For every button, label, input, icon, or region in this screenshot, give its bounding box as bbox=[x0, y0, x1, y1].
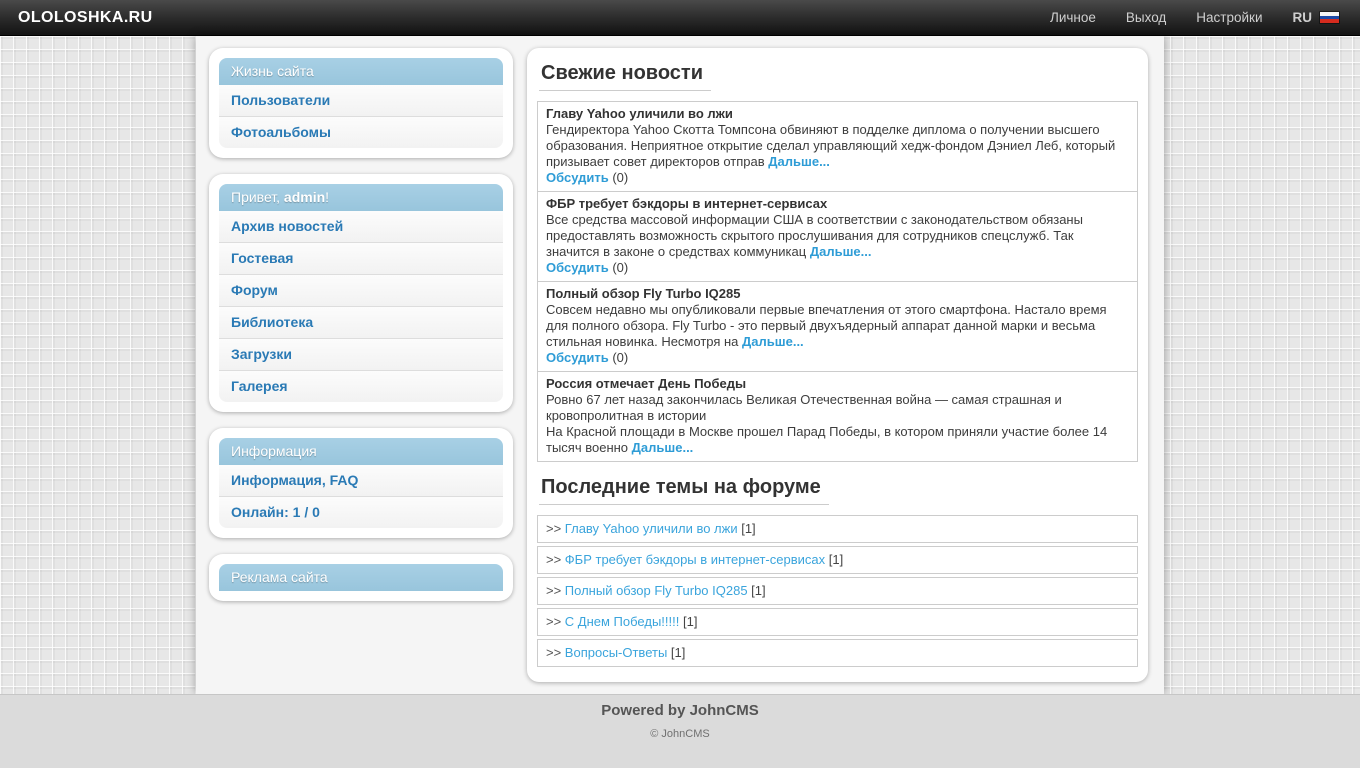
discuss-link[interactable]: Обсудить bbox=[546, 170, 609, 185]
forum-topic-link[interactable]: ФБР требует бэкдоры в интернет-сервисах bbox=[565, 552, 825, 567]
news-item: Россия отмечает День ПобедыРовно 67 лет … bbox=[538, 372, 1137, 461]
topic-reply-count: [1] bbox=[748, 583, 766, 598]
sidebar-item[interactable]: Фотоальбомы bbox=[219, 117, 503, 148]
topbar-link[interactable]: Личное bbox=[1050, 10, 1096, 25]
sidebar-item[interactable]: Пользователи bbox=[219, 85, 503, 117]
topic-prefix: >> bbox=[546, 645, 565, 660]
more-link[interactable]: Дальше... bbox=[632, 440, 694, 455]
sidebar-item[interactable]: Информация, FAQ bbox=[219, 465, 503, 497]
sidebar-block: ИнформацияИнформация, FAQОнлайн: 1 / 0 bbox=[209, 428, 513, 538]
sidebar-block: Жизнь сайтаПользователиФотоальбомы bbox=[209, 48, 513, 158]
news-body: На Красной площади в Москве прошел Парад… bbox=[546, 424, 1129, 456]
sidebar-block-title: Реклама сайта bbox=[219, 564, 503, 591]
sidebar-item[interactable]: Архив новостей bbox=[219, 211, 503, 243]
forum-section-title: Последние темы на форуме bbox=[539, 476, 829, 505]
news-title: Полный обзор Fly Turbo IQ285 bbox=[546, 286, 1129, 302]
news-discuss: Обсудить (0) bbox=[546, 260, 1129, 276]
news-item: ФБР требует бэкдоры в интернет-сервисахВ… bbox=[538, 192, 1137, 282]
topbar-link[interactable]: Выход bbox=[1126, 10, 1166, 25]
forum-topic-link[interactable]: Главу Yahoo уличили во лжи bbox=[565, 521, 738, 536]
sidebar-block: Привет, admin!Архив новостейГостеваяФору… bbox=[209, 174, 513, 412]
discuss-link[interactable]: Обсудить bbox=[546, 260, 609, 275]
topbar-nav: Личное Выход Настройки bbox=[1050, 10, 1263, 25]
news-body: Совсем недавно мы опубликовали первые вп… bbox=[546, 302, 1129, 350]
forum-topic-row: >> Вопросы-Ответы [1] bbox=[537, 639, 1138, 667]
forum-topic-row: >> Главу Yahoo уличили во лжи [1] bbox=[537, 515, 1138, 543]
sidebar-block: Реклама сайта bbox=[209, 554, 513, 601]
language-switcher[interactable]: RU bbox=[1293, 10, 1341, 25]
topic-reply-count: [1] bbox=[825, 552, 843, 567]
news-title: ФБР требует бэкдоры в интернет-сервисах bbox=[546, 196, 1129, 212]
topic-prefix: >> bbox=[546, 614, 565, 629]
forum-topic-link[interactable]: Полный обзор Fly Turbo IQ285 bbox=[565, 583, 748, 598]
news-item: Главу Yahoo уличили во лжиГендиректора Y… bbox=[538, 102, 1137, 192]
topic-reply-count: [1] bbox=[667, 645, 685, 660]
language-label: RU bbox=[1293, 10, 1313, 25]
topic-prefix: >> bbox=[546, 552, 565, 567]
russia-flag-icon bbox=[1319, 11, 1340, 24]
forum-topic-link[interactable]: С Днем Победы!!!!! bbox=[565, 614, 680, 629]
sidebar-block-title: Привет, admin! bbox=[219, 184, 503, 211]
forum-topic-list: >> Главу Yahoo уличили во лжи [1]>> ФБР … bbox=[537, 515, 1138, 667]
more-link[interactable]: Дальше... bbox=[810, 244, 872, 259]
sidebar-item[interactable]: Библиотека bbox=[219, 307, 503, 339]
sidebar-item[interactable]: Онлайн: 1 / 0 bbox=[219, 497, 503, 528]
topbar: OLOLOSHKA.RU Личное Выход Настройки RU bbox=[0, 0, 1360, 36]
more-link[interactable]: Дальше... bbox=[742, 334, 804, 349]
topbar-link[interactable]: Настройки bbox=[1196, 10, 1262, 25]
news-discuss: Обсудить (0) bbox=[546, 170, 1129, 186]
topic-reply-count: [1] bbox=[738, 521, 756, 536]
main-content: Свежие новости Главу Yahoo уличили во лж… bbox=[527, 48, 1148, 682]
powered-by: Powered by JohnCMS bbox=[0, 702, 1360, 719]
sidebar-item[interactable]: Галерея bbox=[219, 371, 503, 402]
site-brand[interactable]: OLOLOSHKA.RU bbox=[18, 9, 153, 27]
news-body: Все средства массовой информации США в с… bbox=[546, 212, 1129, 260]
sidebar-item[interactable]: Форум bbox=[219, 275, 503, 307]
sidebar-item[interactable]: Загрузки bbox=[219, 339, 503, 371]
more-link[interactable]: Дальше... bbox=[768, 154, 830, 169]
news-item: Полный обзор Fly Turbo IQ285Совсем недав… bbox=[538, 282, 1137, 372]
news-section-title: Свежие новости bbox=[539, 62, 711, 91]
news-body: Гендиректора Yahoo Скотта Томпсона обвин… bbox=[546, 122, 1129, 170]
topic-prefix: >> bbox=[546, 521, 565, 536]
topic-reply-count: [1] bbox=[679, 614, 697, 629]
forum-topic-row: >> Полный обзор Fly Turbo IQ285 [1] bbox=[537, 577, 1138, 605]
footer: Powered by JohnCMS © JohnCMS bbox=[0, 694, 1360, 768]
copyright: © JohnCMS bbox=[0, 728, 1360, 740]
forum-topic-row: >> ФБР требует бэкдоры в интернет-сервис… bbox=[537, 546, 1138, 574]
sidebar: Жизнь сайтаПользователиФотоальбомы Привет… bbox=[209, 48, 513, 617]
sidebar-block-title: Жизнь сайта bbox=[219, 58, 503, 85]
discuss-link[interactable]: Обсудить bbox=[546, 350, 609, 365]
sidebar-item[interactable]: Гостевая bbox=[219, 243, 503, 275]
news-title: Россия отмечает День Победы bbox=[546, 376, 1129, 392]
forum-topic-link[interactable]: Вопросы-Ответы bbox=[565, 645, 668, 660]
news-discuss: Обсудить (0) bbox=[546, 350, 1129, 366]
page-background: Жизнь сайтаПользователиФотоальбомы Привет… bbox=[0, 36, 1360, 694]
topic-prefix: >> bbox=[546, 583, 565, 598]
news-body: Ровно 67 лет назад закончилась Великая О… bbox=[546, 392, 1129, 424]
username: admin bbox=[284, 189, 325, 205]
sidebar-block-title: Информация bbox=[219, 438, 503, 465]
news-title: Главу Yahoo уличили во лжи bbox=[546, 106, 1129, 122]
forum-topic-row: >> С Днем Победы!!!!! [1] bbox=[537, 608, 1138, 636]
page-wrapper: Жизнь сайтаПользователиФотоальбомы Привет… bbox=[196, 36, 1164, 694]
news-list: Главу Yahoo уличили во лжиГендиректора Y… bbox=[537, 101, 1138, 462]
